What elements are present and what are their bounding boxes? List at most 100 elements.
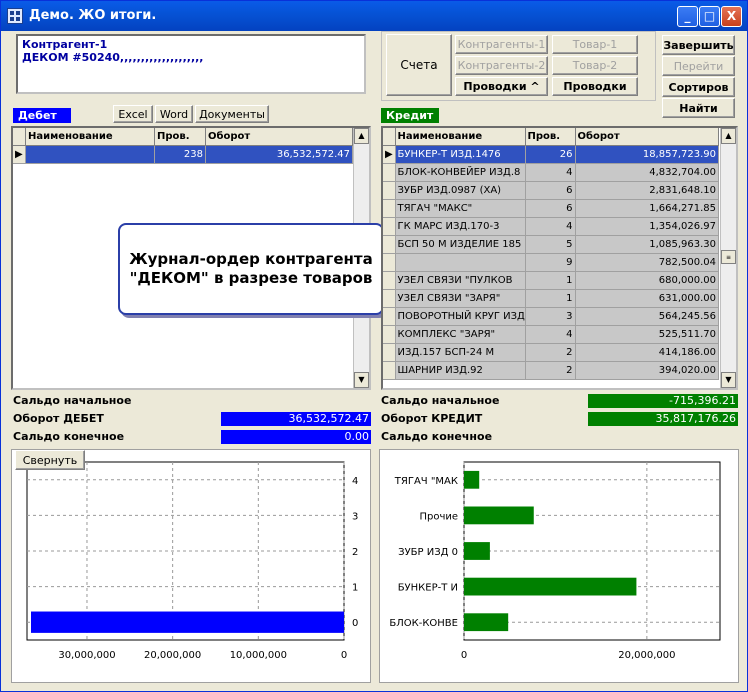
row-turnover: 18,857,723.90 (575, 145, 719, 164)
row-turnover: 525,511.70 (575, 325, 719, 344)
row-indicator-icon (383, 307, 396, 326)
word-button[interactable]: Word (155, 105, 193, 123)
row-name: БСП 50 М ИЗДЕЛИЕ 185 (395, 235, 526, 254)
app-icon (7, 8, 23, 24)
contractors-2-button[interactable]: Контрагенты-2 (455, 56, 548, 75)
y-tick-label: ЗУБР ИЗД 0 (398, 547, 458, 558)
finish-button[interactable]: Завершить (662, 35, 735, 55)
table-row[interactable]: ШАРНИР ИЗД.92 2 394,020.00 (383, 361, 719, 380)
table-row[interactable]: ▶ БУНКЕР-Т ИЗД.1476 26 18,857,723.90 (383, 145, 719, 164)
scroll-up-icon[interactable]: ▲ (354, 128, 369, 144)
row-turnover: 394,020.00 (575, 361, 719, 380)
row-name: УЗЕЛ СВЯЗИ "ЗАРЯ" (395, 289, 526, 308)
row-count: 4 (525, 217, 576, 236)
x-tick-label: 0 (461, 650, 467, 661)
col-name-header[interactable]: Наименование (25, 128, 155, 146)
row-name: ТЯГАЧ "МАКС" (395, 199, 526, 218)
col-count-header[interactable]: Пров. (525, 128, 576, 146)
row-indicator-icon (383, 325, 396, 344)
row-turnover: 1,664,271.85 (575, 199, 719, 218)
debit-start-balance-label: Сальдо начальное (13, 394, 132, 407)
table-row[interactable]: ИЗД.157 БСП-24 М 2 414,186.00 (383, 343, 719, 362)
window-title: Демо. ЖО итоги. (29, 8, 157, 23)
table-row[interactable]: ЗУБР ИЗД.0987 (ХА) 6 2,831,648.10 (383, 181, 719, 200)
row-indicator-icon (383, 181, 396, 200)
maximize-button[interactable]: □ (699, 6, 720, 27)
table-row[interactable]: ТЯГАЧ "МАКС" 6 1,664,271.85 (383, 199, 719, 218)
accounts-button[interactable]: Счета (386, 34, 452, 96)
col-turnover-header[interactable]: Оборот (205, 128, 353, 146)
credit-grid[interactable]: Наименование Пров. Оборот ▶ БУНКЕР-Т ИЗД.… (381, 126, 738, 390)
callout-note: Журнал-ордер контрагента "ДЕКОМ" в разре… (118, 223, 384, 315)
bar (464, 613, 509, 632)
goto-button[interactable]: Перейти (662, 56, 735, 76)
table-row[interactable]: 9 782,500.04 (383, 253, 719, 272)
goods-1-button[interactable]: Товар-1 (552, 35, 638, 54)
table-row[interactable]: ▶ 238 36,532,572.47 (13, 145, 353, 164)
title-bar[interactable]: Демо. ЖО итоги. _ □ X (1, 1, 747, 31)
row-name: БЛОК-КОНВЕЙЕР ИЗД.8 (395, 163, 526, 182)
documents-button[interactable]: Документы (195, 105, 269, 123)
find-button[interactable]: Найти (662, 98, 735, 118)
col-turnover-header[interactable]: Оборот (575, 128, 719, 146)
row-count: 6 (525, 181, 576, 200)
close-button[interactable]: X (721, 6, 742, 27)
credit-scrollbar[interactable]: ▲ ≡ ▼ (720, 128, 736, 388)
debit-end-balance-value: 0.00 (221, 430, 371, 444)
postings-button[interactable]: Проводки (552, 77, 638, 96)
header-indicator (13, 128, 26, 146)
row-turnover: 36,532,572.47 (205, 145, 353, 164)
col-count-header[interactable]: Пров. (154, 128, 206, 146)
debit-turnover-label: Оборот ДЕБЕТ (13, 412, 104, 425)
row-turnover: 1,354,026.97 (575, 217, 719, 236)
col-name-header[interactable]: Наименование (395, 128, 526, 146)
collapse-button[interactable]: Свернуть (15, 450, 85, 470)
table-row[interactable]: ГК МАРС ИЗД.170-3 4 1,354,026.97 (383, 217, 719, 236)
row-name: ИЗД.157 БСП-24 М (395, 343, 526, 362)
x-tick-label: 20,000,000 (618, 650, 675, 661)
credit-tag: Кредит (381, 108, 439, 123)
debit-turnover-value: 36,532,572.47 (221, 412, 371, 426)
bar (464, 470, 480, 489)
scroll-up-icon[interactable]: ▲ (721, 128, 736, 144)
goods-2-button[interactable]: Товар-2 (552, 56, 638, 75)
excel-button[interactable]: Excel (113, 105, 153, 123)
row-name (395, 253, 526, 272)
table-row[interactable]: БСП 50 М ИЗДЕЛИЕ 185 5 1,085,963.30 (383, 235, 719, 254)
row-indicator-icon (383, 289, 396, 308)
table-row[interactable]: УЗЕЛ СВЯЗИ "ЗАРЯ" 1 631,000.00 (383, 289, 719, 308)
postings-sort-button[interactable]: Проводки ^ (455, 77, 548, 96)
credit-grid-header: Наименование Пров. Оборот (383, 128, 719, 146)
table-row[interactable]: УЗЕЛ СВЯЗИ "ПУЛКОВ 1 680,000.00 (383, 271, 719, 290)
row-count: 2 (525, 343, 576, 362)
row-name (25, 145, 155, 164)
y-tick-label: 1 (352, 583, 358, 594)
bar (464, 577, 637, 596)
y-tick-label: 0 (352, 618, 358, 629)
contractors-1-button[interactable]: Контрагенты-1 (455, 35, 548, 54)
row-indicator-icon: ▶ (383, 145, 396, 164)
minimize-button[interactable]: _ (677, 6, 698, 27)
y-tick-label: 2 (352, 547, 358, 558)
scroll-down-icon[interactable]: ▼ (354, 372, 369, 388)
scroll-down-icon[interactable]: ▼ (721, 372, 736, 388)
table-row[interactable]: БЛОК-КОНВЕЙЕР ИЗД.8 4 4,832,704.00 (383, 163, 719, 182)
table-row[interactable]: ПОВОРОТНЫЙ КРУГ ИЗД 3 564,245.56 (383, 307, 719, 326)
x-tick-label: 0 (341, 650, 347, 661)
header-indicator (383, 128, 396, 146)
x-tick-label: 30,000,000 (58, 650, 115, 661)
memo-line-2: ДЕКОМ #50240,,,,,,,,,,,,,,,,,,,, (22, 51, 204, 64)
row-turnover: 680,000.00 (575, 271, 719, 290)
row-indicator-icon (383, 163, 396, 182)
table-row[interactable]: КОМПЛЕКС "ЗАРЯ" 4 525,511.70 (383, 325, 719, 344)
row-indicator-icon (383, 343, 396, 362)
bar (464, 506, 534, 525)
sort-button[interactable]: Сортиров (662, 77, 735, 97)
scroll-thumb[interactable]: ≡ (721, 250, 736, 264)
y-tick-label: БЛОК-КОНВЕ (389, 618, 458, 629)
credit-start-balance-label: Сальдо начальное (381, 394, 500, 407)
contractor-memo[interactable]: Контрагент-1 ДЕКОМ #50240,,,,,,,,,,,,,,,… (16, 34, 366, 94)
row-count: 6 (525, 199, 576, 218)
row-name: ПОВОРОТНЫЙ КРУГ ИЗД (395, 307, 526, 326)
row-name: ЗУБР ИЗД.0987 (ХА) (395, 181, 526, 200)
